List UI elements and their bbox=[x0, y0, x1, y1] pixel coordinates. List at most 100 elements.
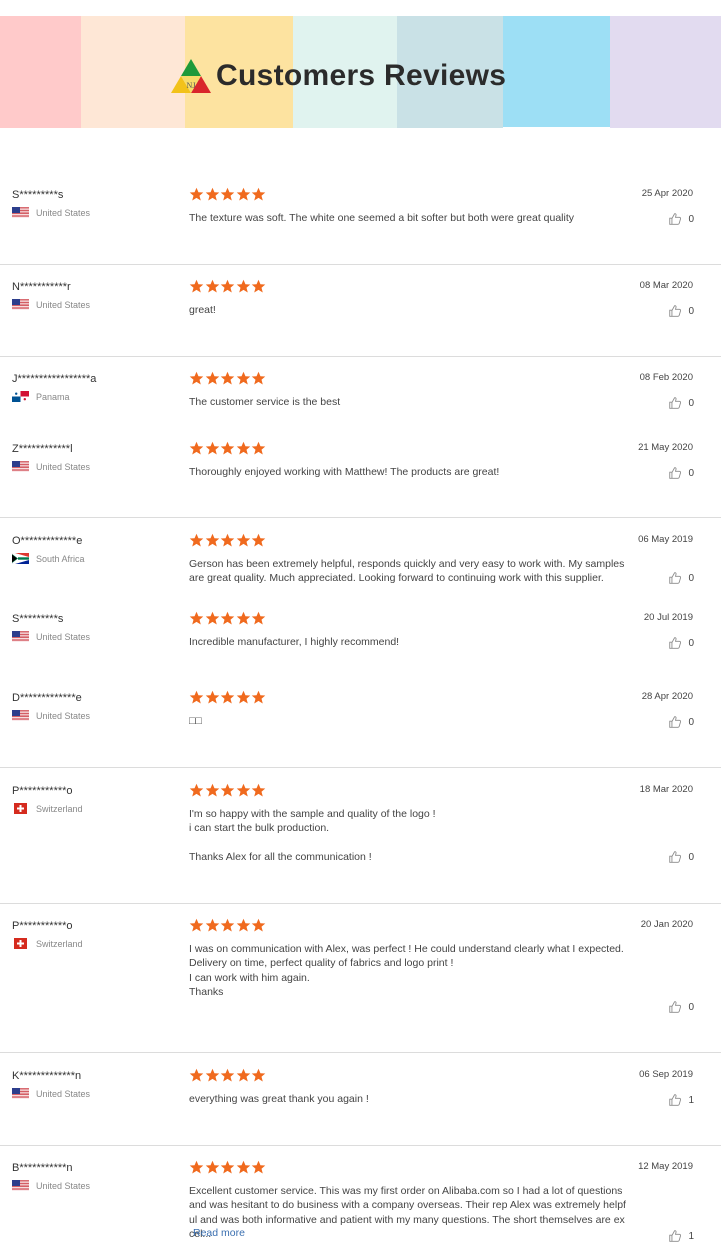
reviewer-country: United States bbox=[12, 1180, 90, 1191]
like-button[interactable]: 0 bbox=[668, 304, 694, 318]
like-button[interactable]: 0 bbox=[668, 466, 694, 480]
review-text: Gerson has been extremely helpful, respo… bbox=[189, 558, 625, 585]
like-button[interactable]: 0 bbox=[668, 571, 694, 585]
star-icon bbox=[189, 187, 204, 201]
star-icon bbox=[205, 279, 219, 293]
thumbs-up-icon[interactable] bbox=[668, 396, 682, 410]
like-button[interactable]: 0 bbox=[668, 850, 694, 864]
like-button[interactable]: 0 bbox=[668, 636, 694, 650]
star-icon bbox=[220, 1068, 235, 1082]
thumbs-up-icon[interactable] bbox=[668, 212, 682, 226]
review-date: 28 Apr 2020 bbox=[641, 691, 693, 702]
like-count: 0 bbox=[688, 397, 694, 409]
country-label: United States bbox=[36, 1180, 91, 1191]
thumbs-up-icon[interactable] bbox=[668, 304, 682, 318]
star-icon bbox=[189, 371, 204, 385]
star-icon bbox=[189, 690, 204, 704]
flag-switzerland-icon bbox=[14, 803, 27, 814]
flag-us-icon bbox=[12, 631, 29, 642]
star-icon bbox=[236, 279, 250, 293]
star-icon bbox=[205, 1160, 219, 1174]
star-icon bbox=[189, 533, 204, 547]
star-icon bbox=[220, 371, 235, 385]
reviewer-name: O*************e bbox=[12, 535, 83, 547]
review-divider bbox=[0, 356, 721, 357]
review-date: 21 May 2020 bbox=[638, 442, 693, 453]
like-count: 0 bbox=[688, 572, 694, 584]
thumbs-up-icon[interactable] bbox=[668, 715, 682, 729]
flag-panama-icon bbox=[12, 391, 29, 402]
reviewer-country: United States bbox=[12, 461, 90, 472]
star-icon bbox=[251, 187, 266, 201]
star-icon bbox=[236, 783, 250, 797]
like-button[interactable]: 1 bbox=[668, 1093, 694, 1107]
star-icon bbox=[236, 371, 250, 385]
star-icon bbox=[236, 441, 250, 455]
like-button[interactable]: 0 bbox=[668, 212, 694, 226]
thumbs-up-icon[interactable] bbox=[668, 1000, 682, 1014]
review-date: 06 Sep 2019 bbox=[639, 1069, 693, 1080]
like-button[interactable]: 0 bbox=[668, 1000, 694, 1014]
thumbs-up-icon[interactable] bbox=[668, 636, 682, 650]
star-icon bbox=[220, 187, 235, 201]
like-count: 0 bbox=[688, 1001, 694, 1013]
like-count: 1 bbox=[688, 1230, 694, 1242]
reviewer-country: Panama bbox=[12, 391, 70, 402]
review-date: 20 Jan 2020 bbox=[640, 919, 693, 930]
like-count: 0 bbox=[688, 637, 694, 649]
review-text: The texture was soft. The white one seem… bbox=[189, 212, 575, 224]
star-icon bbox=[220, 441, 235, 455]
reviewer-name: S*********s bbox=[12, 189, 64, 201]
thumbs-up-icon[interactable] bbox=[668, 1093, 682, 1107]
review-divider bbox=[0, 517, 721, 518]
star-icon bbox=[236, 611, 250, 625]
star-icon bbox=[251, 279, 266, 293]
star-icon bbox=[236, 690, 250, 704]
star-icon bbox=[236, 533, 250, 547]
country-label: South Africa bbox=[36, 553, 85, 564]
star-icon bbox=[236, 187, 250, 201]
star-rating bbox=[189, 783, 267, 798]
star-icon bbox=[189, 279, 204, 293]
thumbs-up-icon[interactable] bbox=[668, 1229, 682, 1243]
star-icon bbox=[205, 1068, 219, 1082]
star-icon bbox=[189, 611, 204, 625]
country-label: United States bbox=[36, 299, 91, 310]
review-text: great! bbox=[189, 304, 216, 316]
star-icon bbox=[205, 611, 219, 625]
star-icon bbox=[251, 611, 266, 625]
review-text: I was on communication with Alex, was pe… bbox=[189, 943, 624, 998]
review-text: Thoroughly enjoyed working with Matthew!… bbox=[189, 466, 500, 478]
star-icon bbox=[205, 441, 219, 455]
country-label: United States bbox=[36, 1088, 91, 1099]
star-rating bbox=[189, 279, 267, 294]
star-icon bbox=[189, 918, 204, 932]
thumbs-up-icon[interactable] bbox=[668, 466, 682, 480]
like-button[interactable]: 0 bbox=[668, 715, 694, 729]
reviewer-name: Z************l bbox=[12, 443, 73, 455]
flag-us-icon bbox=[12, 1088, 29, 1099]
star-rating bbox=[189, 690, 267, 705]
reviewer-name: J*****************a bbox=[12, 373, 97, 385]
like-count: 0 bbox=[688, 716, 694, 728]
review-divider bbox=[0, 264, 721, 265]
star-rating bbox=[189, 187, 267, 202]
reviewer-country: United States bbox=[12, 299, 90, 310]
star-icon bbox=[220, 783, 235, 797]
review-date: 20 Jul 2019 bbox=[643, 612, 693, 623]
review-date: 12 May 2019 bbox=[638, 1161, 693, 1172]
reviewer-country: Switzerland bbox=[12, 938, 83, 949]
reviewer-country: United States bbox=[12, 631, 90, 642]
reviewer-name: N***********r bbox=[12, 281, 71, 293]
review-text: Excellent customer service. This was my … bbox=[189, 1185, 626, 1240]
like-button[interactable]: 1 bbox=[668, 1229, 694, 1243]
thumbs-up-icon[interactable] bbox=[668, 850, 682, 864]
read-more-link[interactable]: Read more bbox=[193, 1227, 245, 1239]
flag-switzerland-icon bbox=[14, 938, 27, 949]
review-divider bbox=[0, 903, 721, 904]
thumbs-up-icon[interactable] bbox=[668, 571, 682, 585]
country-label: Switzerland bbox=[36, 938, 83, 949]
like-button[interactable]: 0 bbox=[668, 396, 694, 410]
logo-text: NJ bbox=[187, 81, 196, 90]
reviewer-country: United States bbox=[12, 207, 90, 218]
